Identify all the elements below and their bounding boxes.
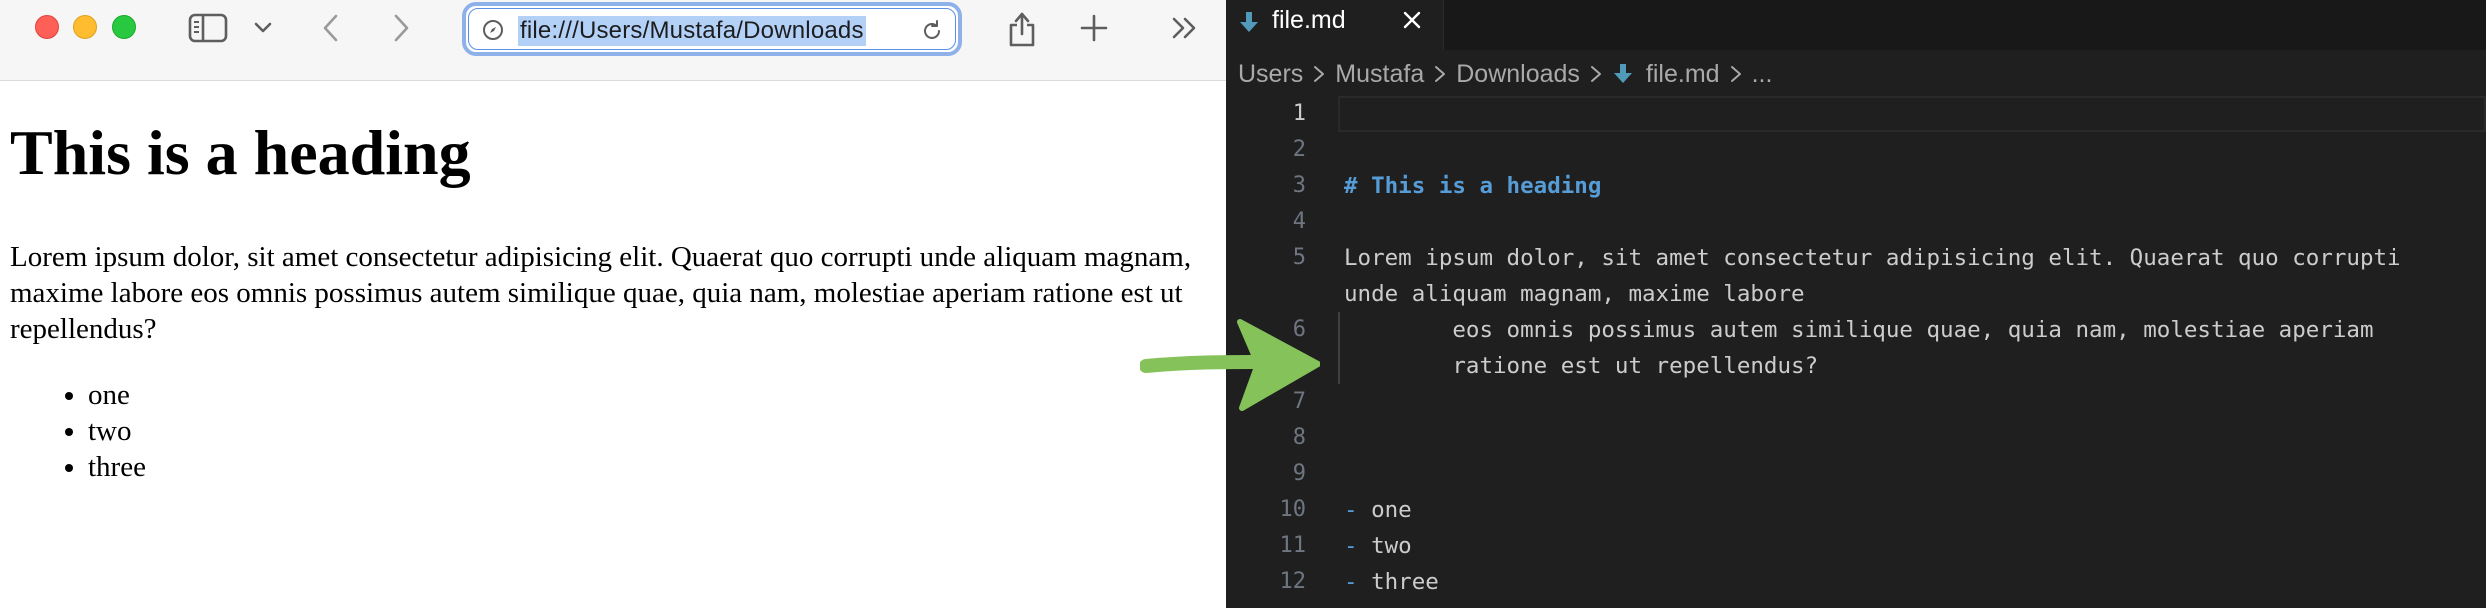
breadcrumb-item-symbols[interactable]: ...: [1752, 60, 1773, 89]
green-arrow-annotation: [1140, 319, 1320, 411]
share-button[interactable]: [1002, 8, 1042, 48]
page-heading: This is a heading: [10, 117, 471, 188]
line-number: 8: [1292, 425, 1306, 450]
line-number: 11: [1279, 533, 1307, 558]
minimize-window-button[interactable]: [73, 15, 97, 39]
breadcrumb-item-users[interactable]: Users: [1238, 60, 1303, 89]
code-line-paragraph: unde aliquam magnam, maxime labore: [1344, 281, 1805, 307]
code-line-paragraph: eos omnis possimus autem similique quae,…: [1344, 317, 2374, 343]
markdown-file-icon: [1240, 12, 1258, 32]
chevron-down-icon: [254, 22, 272, 33]
tab-label: file.md: [1272, 6, 1346, 34]
reload-icon[interactable]: [920, 19, 944, 43]
line-number: 2: [1292, 137, 1306, 162]
chevron-right-icon: [1314, 66, 1325, 82]
breadcrumb-item-file[interactable]: file.md: [1646, 60, 1720, 89]
line-number: 5: [1292, 245, 1306, 270]
close-window-button[interactable]: [35, 15, 59, 39]
line-number: 4: [1292, 209, 1306, 234]
breadcrumb-item-downloads[interactable]: Downloads: [1456, 60, 1580, 89]
browser-toolbar: file:///Users/Mustafa/Downloads: [0, 0, 1226, 81]
indent-guide: [1338, 312, 1340, 384]
line-number: 12: [1279, 569, 1307, 594]
chevron-left-icon: [323, 14, 338, 42]
tab-overview-button[interactable]: [1164, 8, 1206, 48]
chevron-right-icon: [1590, 66, 1601, 82]
tab-file-md[interactable]: file.md: [1226, 0, 1444, 50]
breadcrumb: Users Mustafa Downloads file.md ...: [1238, 56, 1772, 92]
plus-icon: [1080, 14, 1108, 42]
sidebar-icon: [188, 13, 228, 43]
bullet-text: two: [1371, 533, 1412, 559]
code-line-paragraph: ratione est ut repellendus?: [1344, 353, 1819, 379]
line-number: 3: [1292, 173, 1306, 198]
bullet-marker: -: [1344, 497, 1358, 523]
breadcrumb-item-mustafa[interactable]: Mustafa: [1335, 60, 1424, 89]
double-chevron-right-icon: [1172, 17, 1196, 39]
code-line-bullet: - two: [1344, 528, 1412, 564]
markdown-file-icon: [1613, 64, 1632, 83]
chevron-right-icon: [1730, 66, 1741, 82]
code-line-paragraph: Lorem ipsum dolor, sit amet consectetur …: [1344, 245, 2401, 271]
new-tab-button[interactable]: [1074, 8, 1114, 48]
list-item: three: [88, 449, 146, 485]
page-list: one two three: [38, 377, 146, 485]
line-number: 10: [1279, 497, 1307, 522]
zoom-window-button[interactable]: [112, 15, 136, 39]
code-line-bullet: - three: [1344, 564, 1439, 600]
sidebar-toggle-button[interactable]: [186, 8, 230, 48]
compass-icon: [483, 20, 503, 40]
browser-window: file:///Users/Mustafa/Downloads This is …: [0, 0, 1226, 608]
bullet-text: three: [1371, 569, 1439, 595]
line-number: 1: [1292, 101, 1306, 126]
code-line-bullet: - one: [1344, 492, 1412, 528]
code-line-heading: # This is a heading: [1344, 173, 1602, 199]
bullet-text: one: [1371, 497, 1412, 523]
address-bar[interactable]: file:///Users/Mustafa/Downloads: [462, 2, 962, 56]
code-editor: file.md Users Mustafa Downloads file.md …: [1226, 0, 2486, 608]
list-item: one: [88, 377, 146, 413]
bullet-marker: -: [1344, 533, 1358, 559]
share-icon: [1009, 12, 1035, 47]
editor-tab-bar: file.md: [1226, 0, 2486, 50]
line-number: 9: [1292, 461, 1306, 486]
current-line-highlight: [1338, 96, 2486, 132]
bullet-marker: -: [1344, 569, 1358, 595]
chevron-right-icon: [1435, 66, 1446, 82]
url-input[interactable]: file:///Users/Mustafa/Downloads: [518, 16, 866, 46]
back-button[interactable]: [316, 8, 346, 48]
tab-group-menu-button[interactable]: [250, 8, 276, 48]
chevron-right-icon: [394, 14, 409, 42]
rendered-page: This is a heading Lorem ipsum dolor, sit…: [0, 81, 1226, 608]
close-icon[interactable]: [1398, 6, 1426, 34]
list-item: two: [88, 413, 146, 449]
page-paragraph: Lorem ipsum dolor, sit amet consectetur …: [10, 241, 1192, 345]
forward-button[interactable]: [386, 8, 416, 48]
